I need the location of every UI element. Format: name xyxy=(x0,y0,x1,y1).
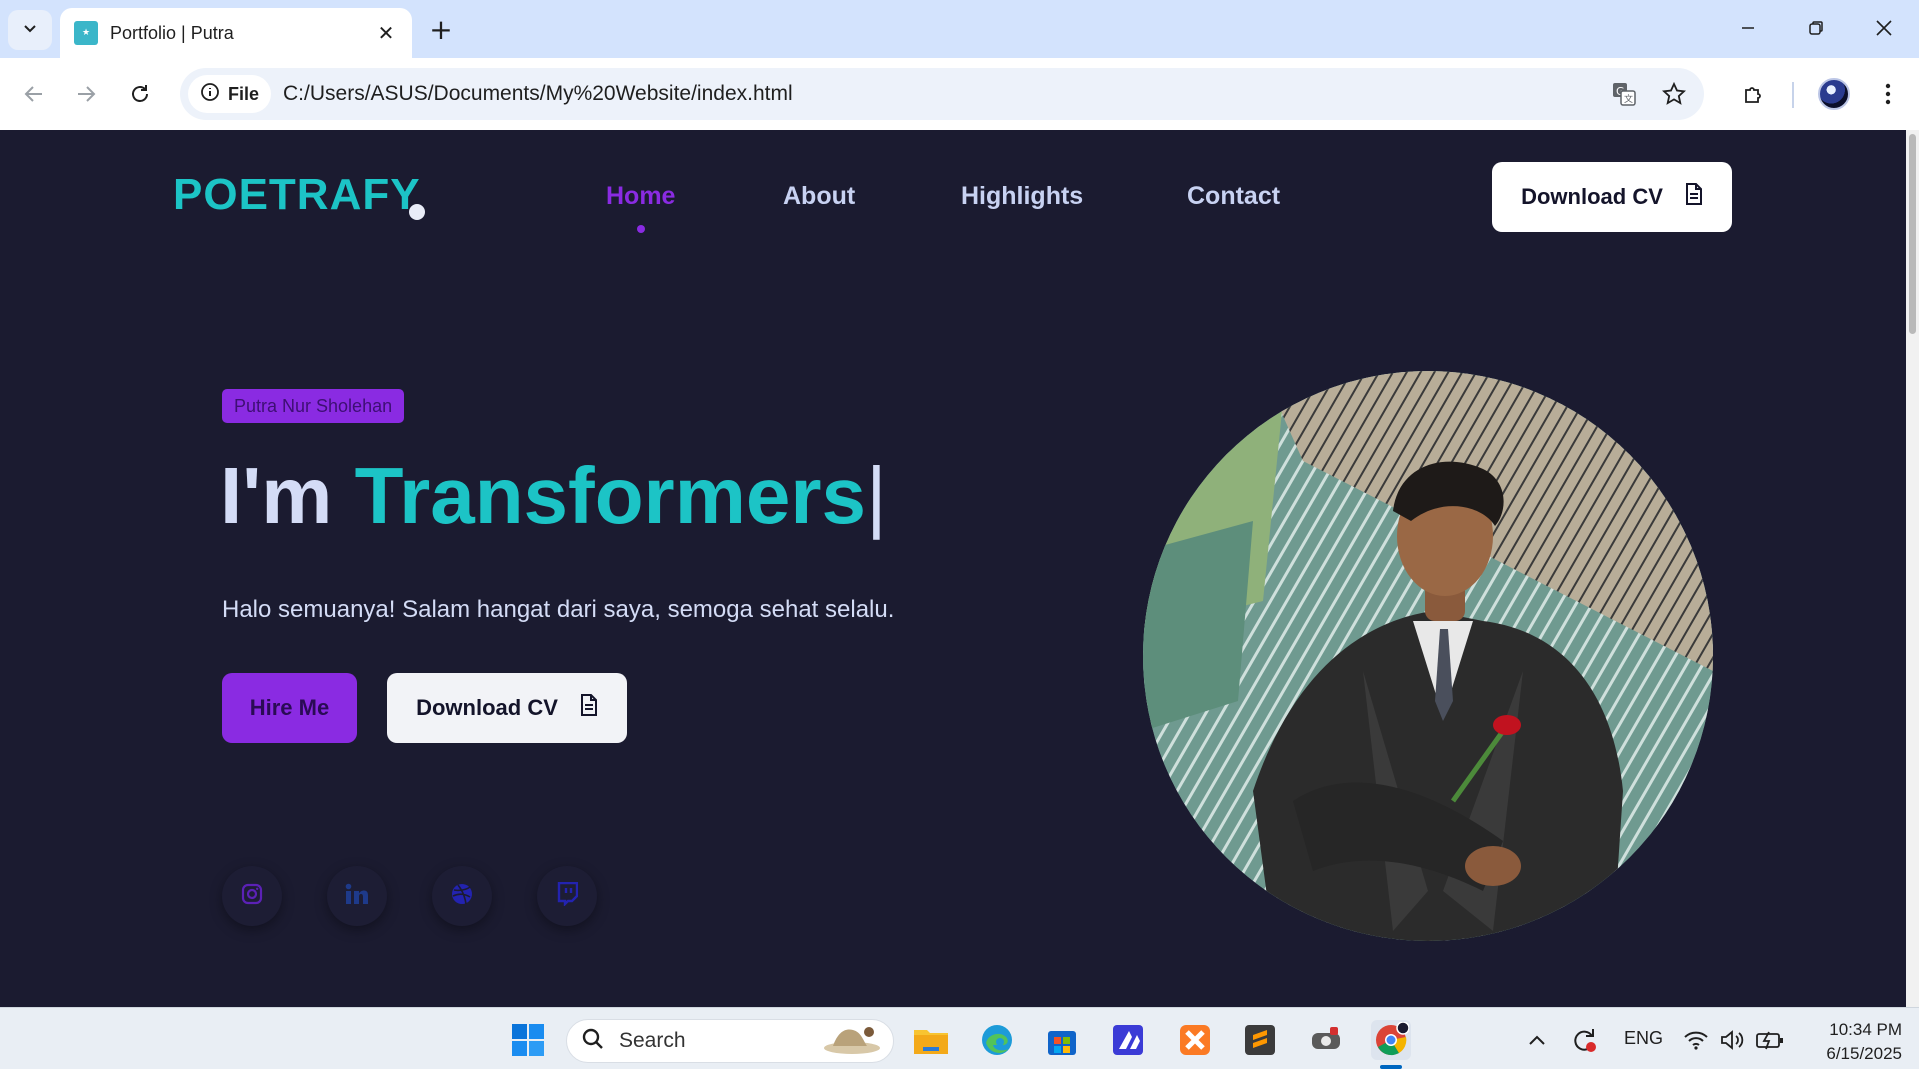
document-icon xyxy=(1685,183,1703,211)
dribbble-icon xyxy=(450,882,474,910)
avatar xyxy=(1818,78,1850,110)
instagram-icon xyxy=(241,883,263,909)
sublime-text-icon[interactable] xyxy=(1240,1020,1280,1060)
tab-title: Portfolio | Putra xyxy=(110,22,234,43)
back-button[interactable] xyxy=(14,74,54,114)
active-app-indicator xyxy=(1380,1065,1402,1069)
wifi-icon[interactable] xyxy=(1676,1020,1716,1060)
language-indicator[interactable]: ENG xyxy=(1624,1028,1663,1049)
site-chip-label: File xyxy=(228,83,260,104)
edge-browser-icon[interactable] xyxy=(977,1020,1017,1060)
search-icon xyxy=(581,1027,605,1055)
twitch-icon xyxy=(556,881,579,910)
name-badge: Putra Nur Sholehan xyxy=(222,389,405,423)
media-app-icon[interactable] xyxy=(1306,1020,1346,1060)
profile-avatar[interactable] xyxy=(1814,74,1854,114)
svg-text:文: 文 xyxy=(1624,93,1633,105)
volume-icon[interactable] xyxy=(1712,1020,1752,1060)
chevron-up-icon[interactable] xyxy=(1517,1020,1557,1060)
document-icon xyxy=(580,694,598,722)
linkedin-icon xyxy=(345,883,369,909)
clock-date: 6/15/2025 xyxy=(1826,1044,1902,1063)
linkedin-link[interactable] xyxy=(327,866,387,926)
twitch-link[interactable] xyxy=(537,866,597,926)
close-tab-icon[interactable]: ✕ xyxy=(374,21,398,45)
hero-download-cv-button[interactable]: Download CV xyxy=(387,673,627,743)
new-tab-button[interactable]: + xyxy=(424,12,458,46)
page-scrollbar[interactable] xyxy=(1906,130,1919,1007)
address-bar[interactable]: File C:/Users/ASUS/Documents/My%20Websit… xyxy=(180,68,1704,120)
close-window-button[interactable] xyxy=(1862,8,1906,48)
nav-highlights[interactable]: Highlights xyxy=(961,182,1083,211)
clock-time: 10:34 PM xyxy=(1829,1020,1902,1039)
chevron-down-icon xyxy=(22,20,38,40)
start-button[interactable] xyxy=(508,1020,548,1060)
reload-button[interactable] xyxy=(120,74,160,114)
taskbar-search[interactable]: Search xyxy=(566,1019,894,1063)
hire-me-button[interactable]: Hire Me xyxy=(222,673,357,743)
browser-toolbar: File C:/Users/ASUS/Documents/My%20Websit… xyxy=(0,58,1919,130)
typing-cursor: | xyxy=(865,451,887,540)
header-download-cv-label: Download CV xyxy=(1521,184,1663,209)
header-download-cv-button[interactable]: Download CV xyxy=(1492,162,1732,232)
instagram-link[interactable] xyxy=(222,866,282,926)
favicon-icon: ★ xyxy=(74,21,98,45)
toolbar-divider xyxy=(1792,82,1794,108)
headline-typed-text: Transformers xyxy=(354,451,866,540)
hero-greeting: Halo semuanya! Salam hangat dari saya, s… xyxy=(222,596,895,623)
hero-headline: I'm Transformers| xyxy=(220,450,887,542)
file-explorer-icon[interactable] xyxy=(911,1020,951,1060)
portfolio-page: POETRAFY Home About Highlights Contact D… xyxy=(0,130,1906,1007)
dribbble-link[interactable] xyxy=(432,866,492,926)
profile-photo xyxy=(1143,371,1713,941)
forward-button[interactable] xyxy=(66,74,106,114)
headline-prefix: I'm xyxy=(220,451,355,540)
bookmark-star-icon[interactable] xyxy=(1654,74,1694,114)
chrome-taskbar-icon[interactable] xyxy=(1371,1020,1411,1060)
info-icon xyxy=(200,82,220,107)
microsoft-store-icon[interactable] xyxy=(1042,1020,1082,1060)
scrollbar-thumb[interactable] xyxy=(1909,134,1916,334)
tab-search-button[interactable] xyxy=(8,10,52,50)
site-logo[interactable]: POETRAFY xyxy=(173,170,421,220)
browser-tab-strip: ★ Portfolio | Putra ✕ + xyxy=(0,0,1919,58)
browser-menu-button[interactable] xyxy=(1868,74,1908,114)
xampp-icon[interactable] xyxy=(1175,1020,1215,1060)
search-label: Search xyxy=(619,1029,686,1052)
restore-button[interactable] xyxy=(1794,8,1838,48)
minimize-button[interactable] xyxy=(1726,8,1770,48)
extensions-icon[interactable] xyxy=(1734,74,1774,114)
nav-contact[interactable]: Contact xyxy=(1187,182,1280,211)
sync-status-icon[interactable] xyxy=(1564,1020,1604,1060)
nav-active-indicator xyxy=(637,225,645,233)
nav-about[interactable]: About xyxy=(783,182,855,211)
battery-icon[interactable] xyxy=(1750,1020,1790,1060)
hero-download-cv-label: Download CV xyxy=(416,695,558,720)
logo-dot xyxy=(409,204,425,220)
nav-home[interactable]: Home xyxy=(606,182,675,211)
search-highlight-icon xyxy=(821,1022,883,1060)
visual-studio-icon[interactable] xyxy=(1108,1020,1148,1060)
system-clock[interactable]: 10:34 PM 6/15/2025 xyxy=(1806,1018,1902,1066)
url-text[interactable]: C:/Users/ASUS/Documents/My%20Website/ind… xyxy=(283,82,1604,106)
browser-tab[interactable]: ★ Portfolio | Putra ✕ xyxy=(60,8,412,58)
windows-taskbar: Search ENG 10:34 PM 6/15/2025 xyxy=(0,1007,1919,1069)
site-info-chip[interactable]: File xyxy=(188,75,272,113)
translate-icon[interactable]: G文 xyxy=(1604,74,1644,114)
